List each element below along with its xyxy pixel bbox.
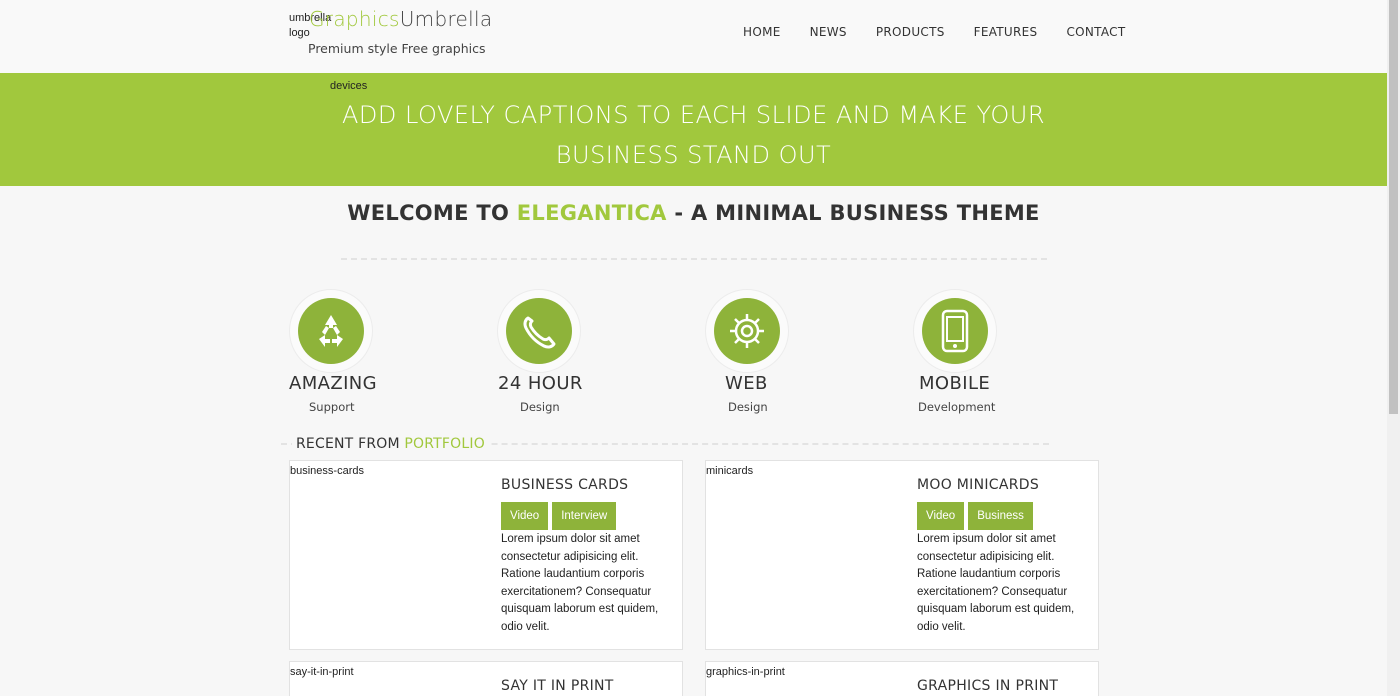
tag-video[interactable]: Video [917, 502, 965, 530]
phone-icon [506, 298, 572, 364]
portfolio-image[interactable]: say-it-in-print [290, 666, 354, 678]
feature-24hour [497, 289, 581, 373]
phone-icon-svg [523, 316, 556, 349]
welcome-highlight: ELEGANTICA [516, 201, 667, 225]
feature-subtitle-24hour: Design [520, 400, 560, 414]
feature-web [705, 289, 789, 373]
tag-video[interactable]: Video [501, 502, 549, 530]
section-divider [341, 258, 1047, 260]
nav-features[interactable]: FEATURES [974, 24, 1038, 40]
tag-interview[interactable]: Interview [552, 502, 617, 530]
portfolio-card-minicards: minicards MOO MINICARDS Video Business L… [705, 460, 1099, 650]
gear-icon-svg [730, 314, 764, 348]
slide-caption: ADD LOVELY CAPTIONS TO EACH SLIDE AND MA… [0, 95, 1387, 175]
feature-icon-ring [705, 289, 789, 373]
slide-image: devices [330, 80, 368, 92]
recycle-icon-svg [319, 315, 343, 347]
portfolio-image[interactable]: graphics-in-print [706, 666, 785, 678]
slide-caption-line1: ADD LOVELY CAPTIONS TO EACH SLIDE AND MA… [342, 101, 1045, 129]
feature-title-support: AMAZING [289, 373, 378, 394]
nav-home[interactable]: HOME [743, 24, 781, 40]
portfolio-title[interactable]: SAY IT IN PRINT [501, 678, 614, 694]
nav-news[interactable]: NEWS [810, 24, 847, 40]
slide-caption-line2: BUSINESS STAND OUT [555, 141, 832, 169]
portfolio-heading: RECENT FROM PORTFOLIO [292, 436, 489, 452]
portfolio-description: Lorem ipsum dolor sit amet consectetur a… [917, 533, 1075, 633]
mobile-icon-svg [941, 309, 969, 353]
portfolio-description: Lorem ipsum dolor sit amet consectetur a… [501, 533, 659, 633]
feature-mobile [913, 289, 997, 373]
site-tagline: Premium style Free graphics [308, 41, 486, 56]
portfolio-image[interactable]: minicards [706, 465, 753, 477]
portfolio-tags: Video Interview [501, 502, 620, 530]
portfolio-heading-prefix: RECENT FROM [296, 436, 400, 452]
welcome-suffix: - A MINIMAL BUSINESS THEME [666, 201, 1040, 225]
nav-contact[interactable]: CONTACT [1066, 24, 1125, 40]
site-header: umbrella logo GraphicsUmbrella Premium s… [0, 0, 1387, 73]
site-title-dark: Umbrella [399, 7, 493, 31]
portfolio-card-say-it-in-print: say-it-in-print SAY IT IN PRINT [289, 661, 683, 696]
welcome-prefix: WELCOME TO [347, 201, 517, 225]
portfolio-title[interactable]: MOO MINICARDS [917, 477, 1039, 493]
portfolio-image[interactable]: business-cards [290, 465, 364, 477]
feature-icon-ring [289, 289, 373, 373]
portfolio-card-business-cards: business-cards BUSINESS CARDS Video Inte… [289, 460, 683, 650]
tag-business[interactable]: Business [968, 502, 1033, 530]
feature-subtitle-web: Design [728, 400, 768, 414]
recycle-icon [298, 298, 364, 364]
site-title[interactable]: GraphicsUmbrella [309, 7, 492, 31]
portfolio-title[interactable]: GRAPHICS IN PRINT [917, 678, 1058, 694]
feature-title-mobile: MOBILE [919, 373, 991, 394]
main-nav: HOME NEWS PRODUCTS FEATURES CONTACT [743, 24, 1154, 40]
nav-products[interactable]: PRODUCTS [876, 24, 945, 40]
portfolio-heading-highlight[interactable]: PORTFOLIO [404, 436, 485, 452]
hero-slider: devices ADD LOVELY CAPTIONS TO EACH SLID… [0, 73, 1387, 186]
feature-subtitle-support: Support [309, 400, 355, 414]
site-title-green: Graphics [309, 7, 400, 31]
feature-icon-ring [497, 289, 581, 373]
portfolio-card-graphics-in-print: graphics-in-print GRAPHICS IN PRINT [705, 661, 1099, 696]
feature-title-24hour: 24 HOUR [498, 373, 583, 394]
feature-subtitle-mobile: Development [918, 400, 996, 414]
portfolio-title[interactable]: BUSINESS CARDS [501, 477, 628, 493]
feature-title-web: WEB [725, 373, 768, 394]
welcome-heading: WELCOME TO ELEGANTICA - A MINIMAL BUSINE… [0, 201, 1387, 225]
feature-support [289, 289, 373, 373]
portfolio-tags: Video Business [917, 502, 1037, 530]
scrollbar-thumb[interactable] [1389, 0, 1398, 414]
page-scrollbar[interactable] [1387, 0, 1400, 696]
feature-icon-ring [913, 289, 997, 373]
mobile-icon [922, 298, 988, 364]
gear-icon [714, 298, 780, 364]
